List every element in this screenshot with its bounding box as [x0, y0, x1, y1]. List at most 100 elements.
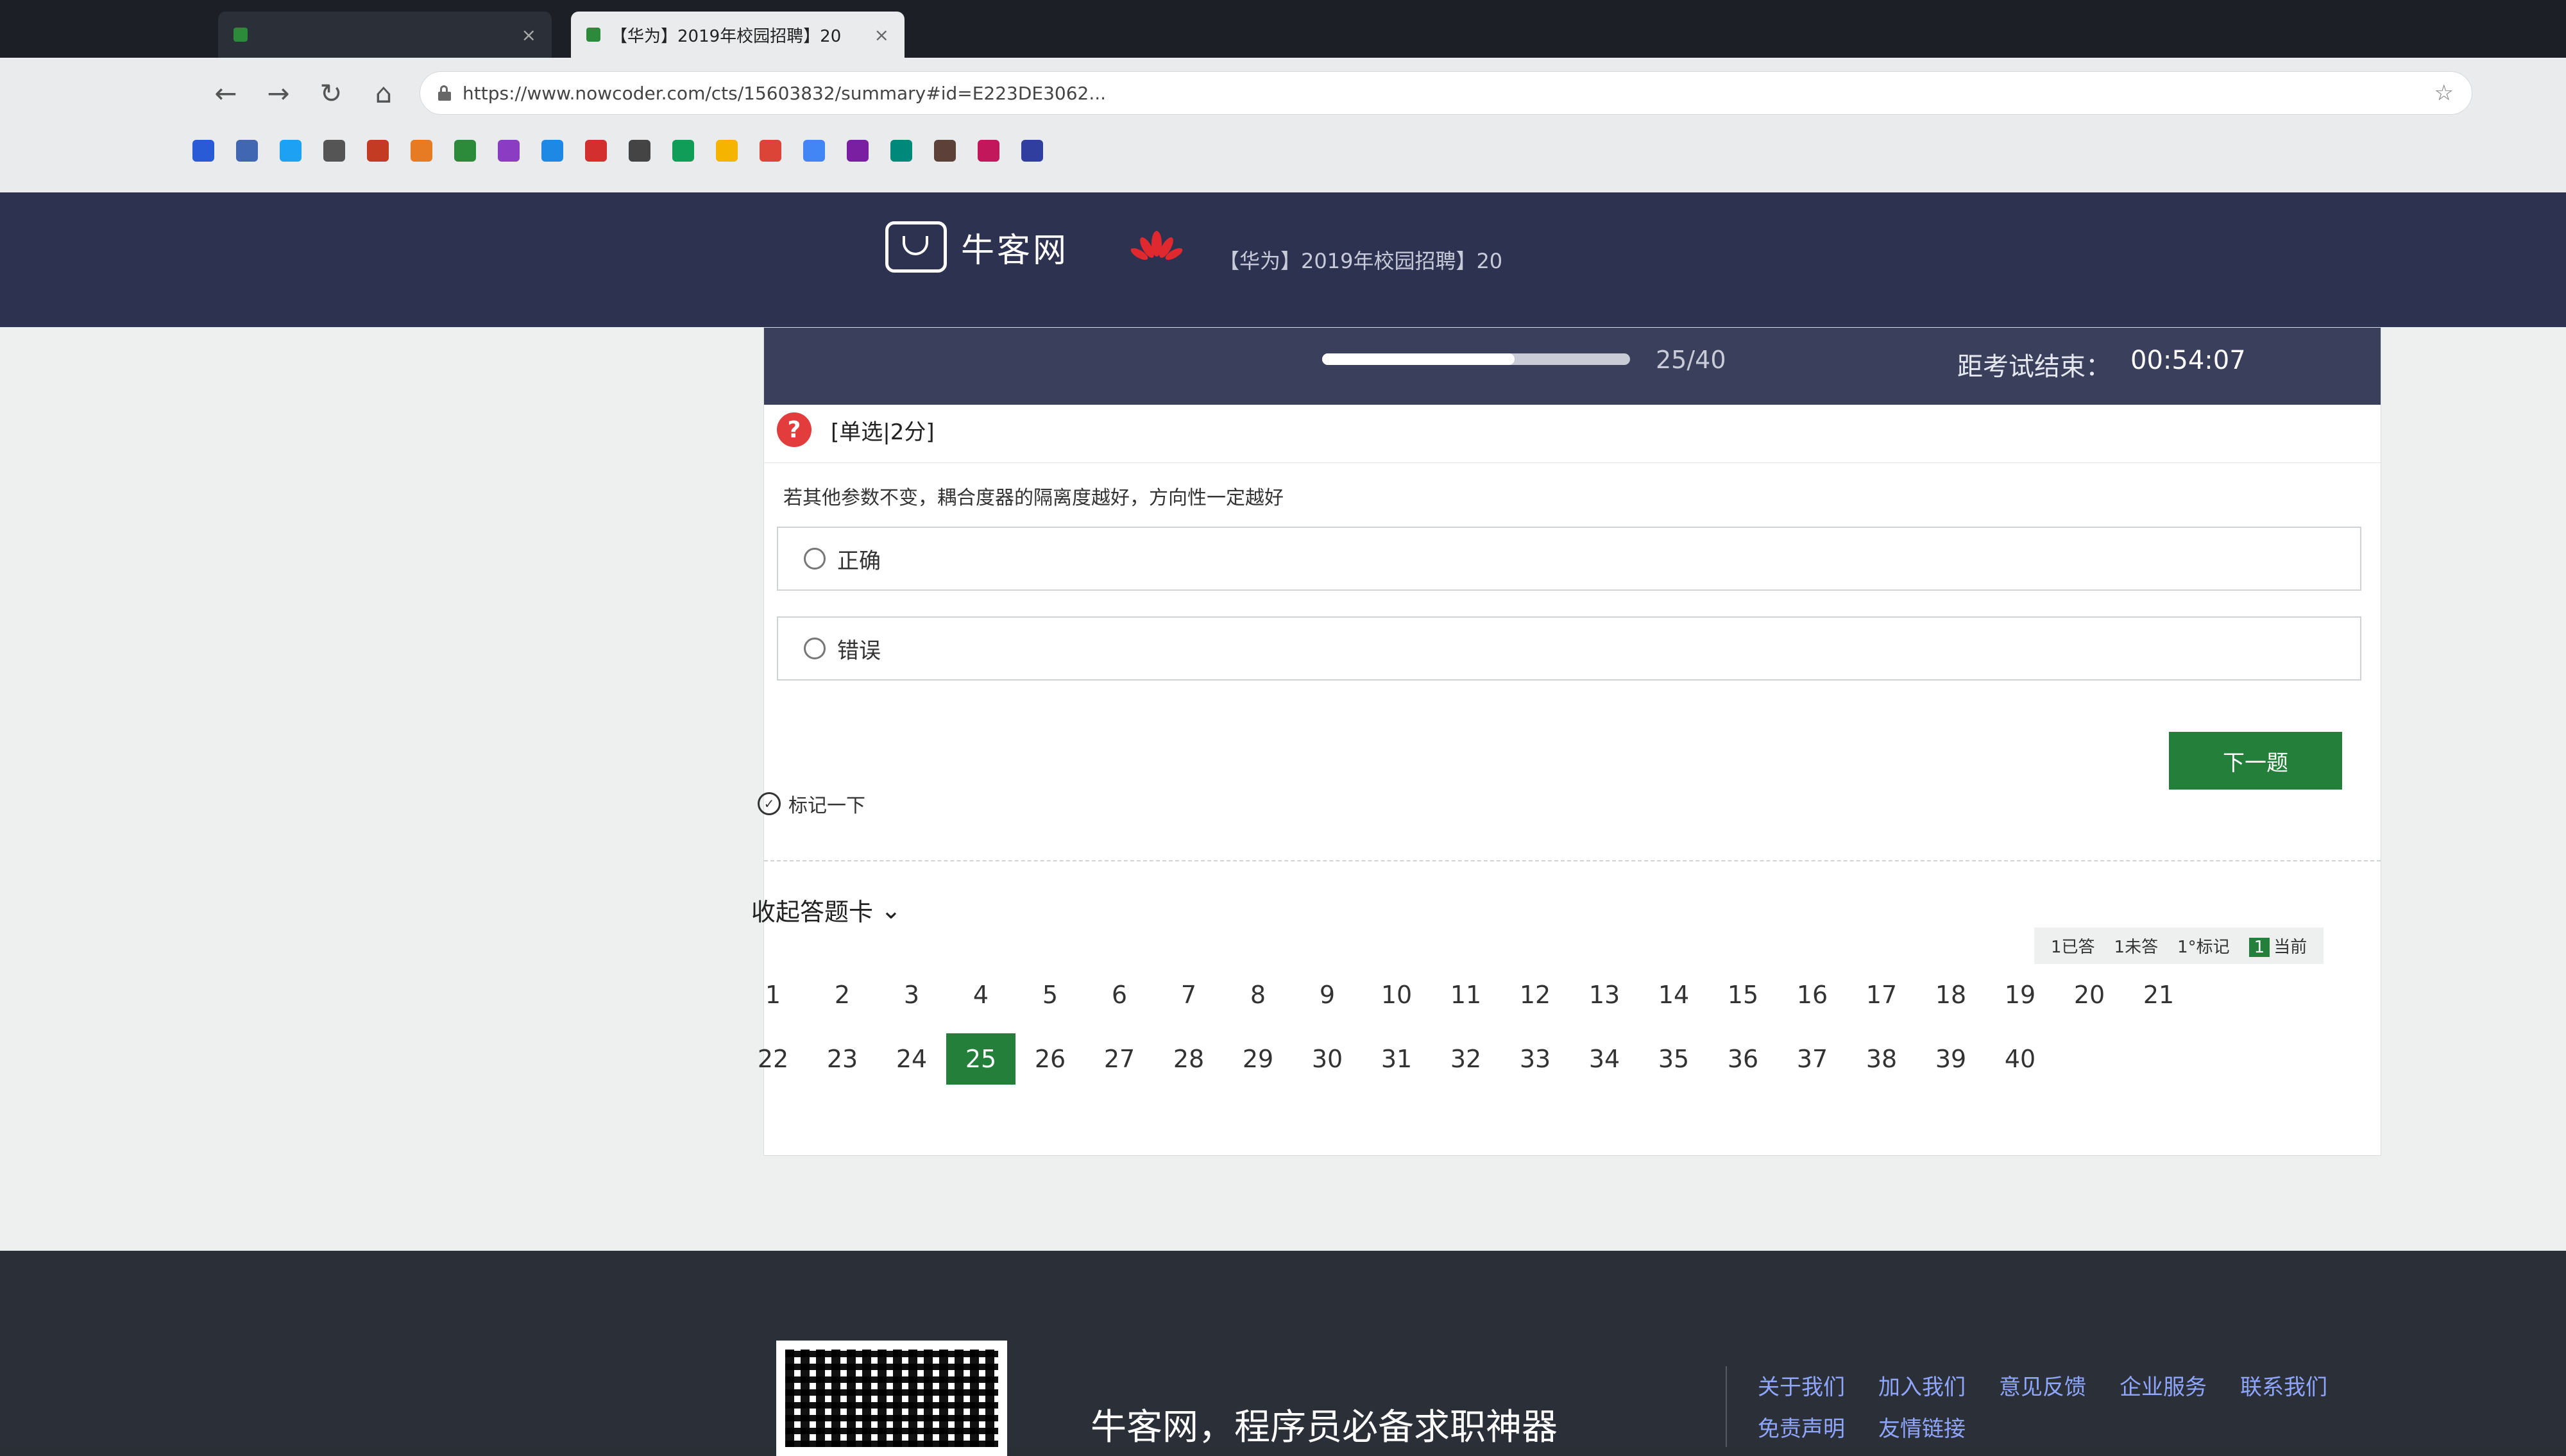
- home-icon[interactable]: ⌂: [363, 72, 404, 114]
- question-number-button[interactable]: 36: [1708, 1033, 1778, 1085]
- question-number-button[interactable]: 24: [877, 1033, 946, 1085]
- tab-strip: × 【华为】2019年校园招聘】20 ×: [0, 0, 2566, 58]
- footer-links-row: 免责声明 友情链接: [1758, 1411, 1966, 1443]
- question-number-button[interactable]: 4: [946, 969, 1015, 1020]
- exam-status-bar: 25/40 距考试结束： 00:54:07: [764, 328, 2381, 405]
- bookmark-icon[interactable]: [585, 140, 607, 162]
- question-number-button[interactable]: 39: [1916, 1033, 1985, 1085]
- question-number-button[interactable]: 21: [2124, 969, 2193, 1020]
- question-number-button[interactable]: 33: [1500, 1033, 1570, 1085]
- qr-code-pattern: [785, 1350, 998, 1447]
- bookmark-icon[interactable]: [367, 140, 389, 162]
- question-number-button[interactable]: 18: [1916, 969, 1985, 1020]
- footer-link[interactable]: 关于我们: [1758, 1369, 1845, 1401]
- forward-icon[interactable]: →: [258, 72, 299, 114]
- reload-icon[interactable]: ↻: [310, 72, 352, 114]
- bookmark-icon[interactable]: [629, 140, 650, 162]
- progress-bar: [1322, 353, 1630, 365]
- address-bar[interactable]: https://www.nowcoder.com/cts/15603832/su…: [420, 71, 2472, 115]
- bookmark-icon[interactable]: [323, 140, 345, 162]
- navigation-bar: ← → ↻ ⌂ https://www.nowcoder.com/cts/156…: [0, 58, 2566, 128]
- question-number-button[interactable]: 8: [1223, 969, 1293, 1020]
- bookmark-icon[interactable]: [890, 140, 912, 162]
- question-number-button[interactable]: 12: [1500, 969, 1570, 1020]
- question-number-button[interactable]: 1: [738, 969, 808, 1020]
- question-number-button[interactable]: 32: [1431, 1033, 1500, 1085]
- footer-link[interactable]: 意见反馈: [1999, 1369, 2086, 1401]
- question-number-button[interactable]: 35: [1639, 1033, 1708, 1085]
- question-number-button[interactable]: 40: [1985, 1033, 2055, 1085]
- question-number-button[interactable]: 23: [808, 1033, 877, 1085]
- mark-label: 标记一下: [788, 795, 865, 817]
- bookmark-icon[interactable]: [454, 140, 476, 162]
- bookmark-icon[interactable]: [541, 140, 563, 162]
- footer-link[interactable]: 免责声明: [1758, 1411, 1845, 1443]
- radio-button[interactable]: [804, 548, 826, 570]
- question-number-button[interactable]: 14: [1639, 969, 1708, 1020]
- question-number-button[interactable]: 38: [1847, 1033, 1916, 1085]
- divider: [1726, 1366, 1727, 1447]
- question-number-button[interactable]: 3: [877, 969, 946, 1020]
- question-header: ? [单选|2分]: [777, 412, 935, 447]
- question-number-button[interactable]: 17: [1847, 969, 1916, 1020]
- bookmark-icon[interactable]: [716, 140, 738, 162]
- question-number-button[interactable]: 10: [1362, 969, 1431, 1020]
- tab-close-icon[interactable]: ×: [522, 24, 536, 46]
- question-number-button[interactable]: 7: [1154, 969, 1223, 1020]
- site-logo[interactable]: 牛客网: [885, 221, 1069, 273]
- footer-link[interactable]: 友情链接: [1878, 1411, 1966, 1443]
- bookmark-icon[interactable]: [760, 140, 781, 162]
- next-question-button[interactable]: 下一题: [2169, 732, 2342, 790]
- question-number-button[interactable]: 16: [1778, 969, 1847, 1020]
- question-number-button[interactable]: 37: [1778, 1033, 1847, 1085]
- legend-current-label: 当前: [2273, 938, 2307, 957]
- question-number-button[interactable]: 11: [1431, 969, 1500, 1020]
- tab-close-icon[interactable]: ×: [874, 24, 889, 46]
- bookmark-icon[interactable]: [803, 140, 825, 162]
- huawei-logo-icon: [1130, 231, 1183, 260]
- bookmark-icon[interactable]: [672, 140, 694, 162]
- question-number-button[interactable]: 34: [1570, 1033, 1639, 1085]
- question-mark-icon: ?: [777, 412, 811, 447]
- bookmark-icon[interactable]: [978, 140, 999, 162]
- question-number-button[interactable]: 29: [1223, 1033, 1293, 1085]
- question-number-button[interactable]: 30: [1293, 1033, 1362, 1085]
- question-number-button[interactable]: 6: [1085, 969, 1154, 1020]
- question-number-button[interactable]: 26: [1015, 1033, 1085, 1085]
- collapse-answer-card-button[interactable]: 收起答题卡 ⌄: [751, 892, 901, 927]
- question-number-button[interactable]: 31: [1362, 1033, 1431, 1085]
- option-wrong[interactable]: 错误: [777, 616, 2361, 681]
- bookmark-icon[interactable]: [847, 140, 869, 162]
- question-number-button[interactable]: 28: [1154, 1033, 1223, 1085]
- bookmark-icon[interactable]: [1021, 140, 1043, 162]
- question-number-button[interactable]: 25: [946, 1033, 1015, 1085]
- legend-current: 1 当前: [2248, 934, 2307, 958]
- question-number-button[interactable]: 2: [808, 969, 877, 1020]
- bookmark-icon[interactable]: [236, 140, 258, 162]
- footer-link[interactable]: 企业服务: [2120, 1369, 2207, 1401]
- option-correct[interactable]: 正确: [777, 527, 2361, 591]
- browser-tab-active[interactable]: 【华为】2019年校园招聘】20 ×: [571, 12, 905, 58]
- bookmark-icon[interactable]: [934, 140, 956, 162]
- radio-button[interactable]: [804, 638, 826, 659]
- back-icon[interactable]: ←: [205, 72, 246, 114]
- bookmark-icon[interactable]: [280, 140, 302, 162]
- bookmark-icon[interactable]: [411, 140, 432, 162]
- bookmark-icon[interactable]: [498, 140, 520, 162]
- bookmark-star-icon[interactable]: ☆: [2434, 80, 2454, 106]
- question-number-button[interactable]: 15: [1708, 969, 1778, 1020]
- mark-question-toggle[interactable]: ✓ 标记一下: [758, 790, 865, 818]
- question-number-button[interactable]: 19: [1985, 969, 2055, 1020]
- question-number-button[interactable]: 27: [1085, 1033, 1154, 1085]
- footer-link[interactable]: 加入我们: [1878, 1369, 1966, 1401]
- question-number-button[interactable]: 13: [1570, 969, 1639, 1020]
- question-number-button[interactable]: 20: [2055, 969, 2124, 1020]
- timer-label: 距考试结束：: [1957, 352, 2111, 382]
- footer-link[interactable]: 联系我们: [2240, 1369, 2327, 1401]
- question-number-button[interactable]: 22: [738, 1033, 808, 1085]
- question-number-button[interactable]: 9: [1293, 969, 1362, 1020]
- browser-tab-inactive[interactable]: ×: [218, 12, 552, 58]
- collapse-label: 收起答题卡: [751, 898, 874, 926]
- bookmark-icon[interactable]: [192, 140, 214, 162]
- question-number-button[interactable]: 5: [1015, 969, 1085, 1020]
